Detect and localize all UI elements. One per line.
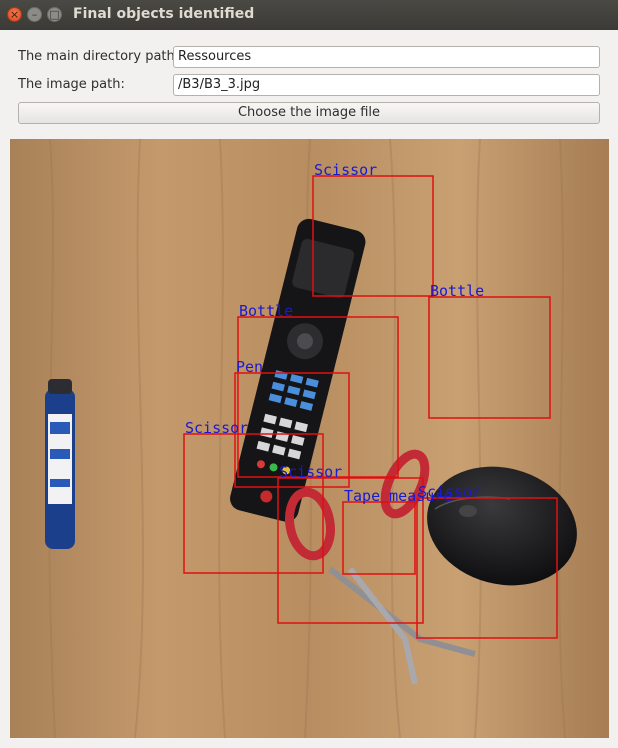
detection-label: Pen <box>236 358 263 376</box>
image-path-label: The image path: <box>18 77 125 92</box>
pen-object <box>45 379 75 549</box>
maximize-icon[interactable]: □ <box>47 7 62 22</box>
detection-label: Scissor <box>279 463 342 481</box>
detection-label: Scissor <box>418 483 481 501</box>
result-image: Scissor Bottle Bottle Pen Scissor Scisso… <box>10 139 609 738</box>
detection-label: Scissor <box>185 419 248 437</box>
directory-label: The main directory path: <box>18 49 180 64</box>
detection-label: Bottle <box>430 282 484 300</box>
directory-path-input[interactable]: Ressources <box>173 46 600 68</box>
choose-image-button[interactable]: Choose the image file <box>18 102 600 124</box>
title-bar: × – □ Final objects identified <box>0 0 618 30</box>
detection-label: Bottle <box>239 302 293 320</box>
detection-label: Scissor <box>314 161 377 179</box>
image-path-input[interactable]: /B3/B3_3.jpg <box>173 74 600 96</box>
minimize-icon[interactable]: – <box>27 7 42 22</box>
window-title: Final objects identified <box>73 6 255 22</box>
close-icon[interactable]: × <box>7 7 22 22</box>
